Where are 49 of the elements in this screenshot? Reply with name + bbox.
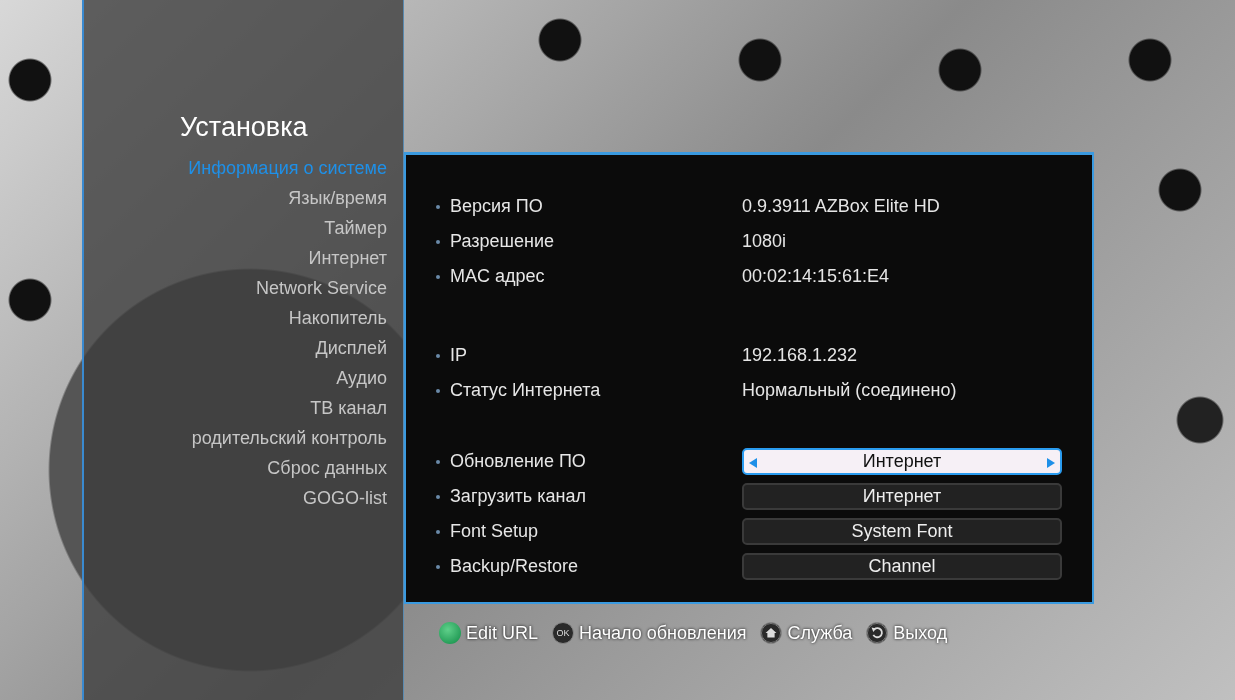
info-label: Версия ПО [450,196,543,217]
info-label: MAC адрес [450,266,545,287]
info-value: Нормальный (соединено) [742,380,957,401]
info-label: Разрешение [450,231,554,252]
info-value: 1080i [742,231,787,252]
key-hint-label: Выход [893,622,948,644]
info-value: 192.168.1.232 [742,345,858,366]
option-selector[interactable]: Интернет [742,483,1062,510]
option-selector[interactable]: Интернет [742,448,1062,475]
menu-item[interactable]: Накопитель [288,303,387,333]
bullet-icon [436,564,440,569]
menu-item[interactable]: GOGO-list [303,483,387,513]
bullet-icon [436,353,440,358]
option-label: Backup/Restore [450,556,579,577]
option-selector[interactable]: System Font [742,518,1062,545]
info-label: IP [450,345,467,366]
info-value: 0.9.3911 AZBox Elite HD [742,196,940,217]
option-selector[interactable]: Channel [742,553,1062,580]
round-key-icon [439,622,461,644]
info-label: Статус Интернета [450,380,601,401]
info-value: 00:02:14:15:61:E4 [742,266,890,287]
key-hint-label: Служба [787,622,853,644]
menu-item[interactable]: Network Service [255,273,387,303]
menu-title: Установка [180,112,308,143]
bullet-icon [436,274,440,279]
menu-item[interactable]: Таймер [324,213,387,243]
menu-item[interactable]: Дисплей [315,333,387,363]
menu-item[interactable]: ТВ канал [310,393,387,423]
bullet-icon [436,239,440,244]
left-arrow-icon[interactable] [749,458,757,468]
bullet-icon [436,459,440,464]
bullet-icon [436,494,440,499]
key-hint-label: Edit URL [466,622,539,644]
menu-item[interactable]: родительский контроль [191,423,387,453]
menu-item[interactable]: Аудио [336,363,387,393]
bullet-icon [436,529,440,534]
key-hint-label: Начало обновления [579,622,747,644]
bullet-icon [436,388,440,393]
home-icon [760,622,783,644]
menu-item[interactable]: Язык/время [288,183,387,213]
ok-key-icon: OK [552,622,575,644]
option-label: Font Setup [450,521,539,542]
option-label: Обновление ПО [450,451,586,472]
back-arrow-icon [866,622,889,644]
bullet-icon [436,204,440,209]
menu-item[interactable]: Сброс данных [267,453,387,483]
menu-item[interactable]: Интернет [308,243,387,273]
option-label: Загрузить канал [450,486,586,507]
right-arrow-icon[interactable] [1047,458,1055,468]
